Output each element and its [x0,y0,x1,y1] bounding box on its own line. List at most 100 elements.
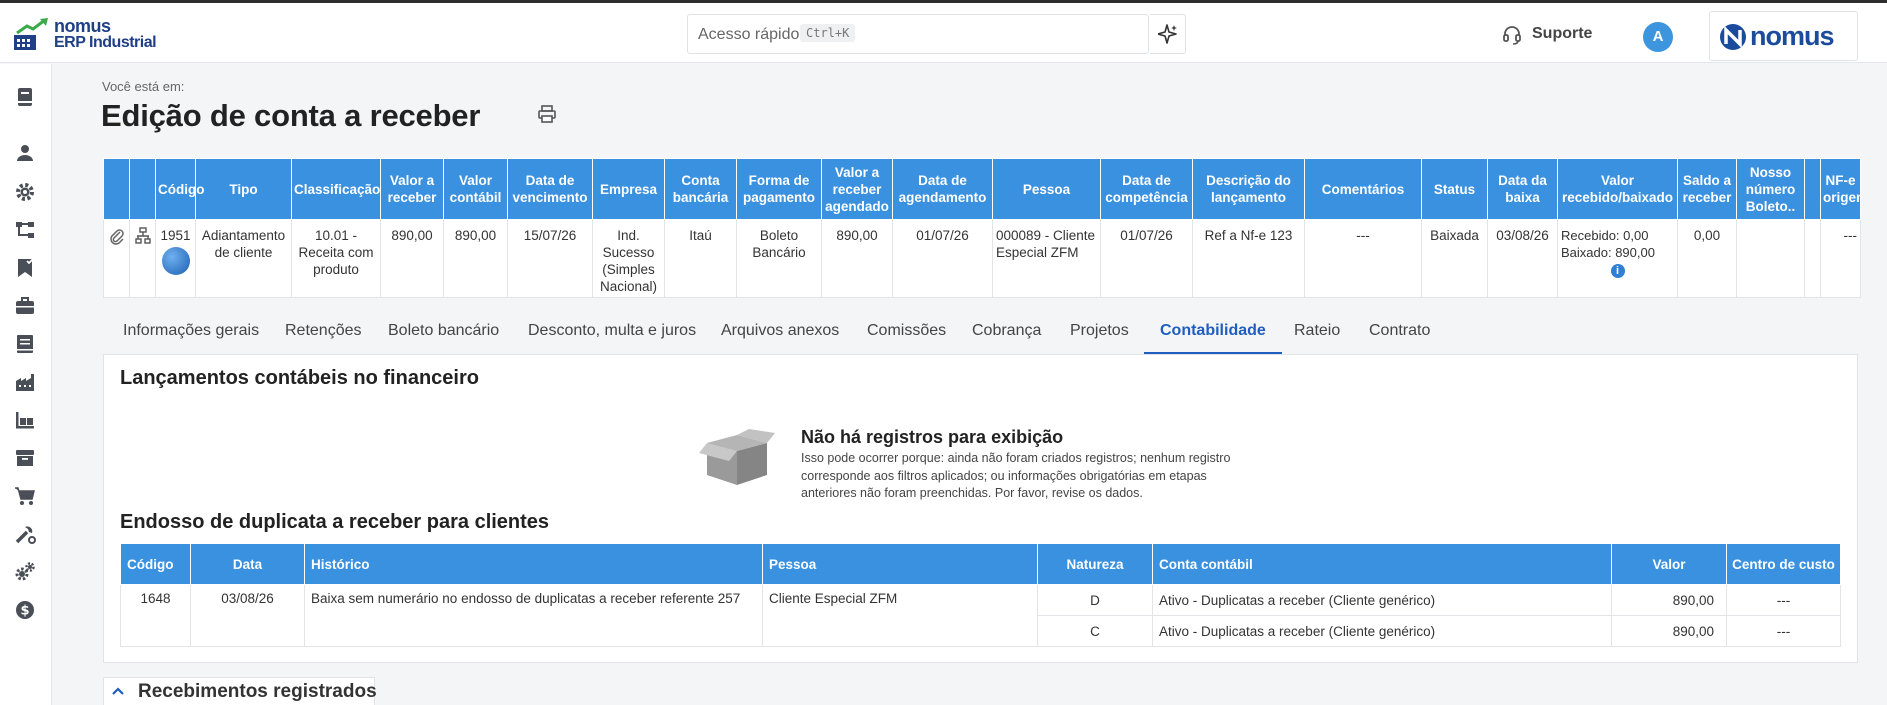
app-logo[interactable]: nomus ERP Industrial [13,15,163,53]
cell-data-baixa: 03/08/26 [1487,219,1558,298]
sparkle-icon [1158,24,1177,44]
search-placeholder: Acesso rápido [698,26,800,43]
grid-header-classificacao[interactable]: Classificação [291,158,381,220]
hierarchy-icon[interactable] [14,219,36,241]
info-icon[interactable]: i [1610,264,1625,278]
recebimentos-section-toggle[interactable]: Recebimentos registrados [103,677,377,705]
dollar-icon[interactable]: $ [14,599,36,621]
grid-header-descricao[interactable]: Descrição do lançamento [1192,158,1305,220]
section-title-lancamentos: Lançamentos contábeis no financeiro [120,367,479,389]
cart-icon[interactable] [14,485,36,507]
endosso-header-pessoa[interactable]: Pessoa [762,543,1038,585]
tab-arquivos-anexos[interactable]: Arquivos anexos [721,317,839,355]
tab-projetos[interactable]: Projetos [1070,317,1129,355]
grid-header-valor-receber[interactable]: Valor a receber [380,158,444,220]
factory-icon[interactable] [14,371,36,393]
user-avatar[interactable]: A [1643,22,1673,52]
grid-header-conta-bancaria[interactable]: Conta bancária [664,158,737,220]
endosso-header-natureza[interactable]: Natureza [1037,543,1153,585]
recebido-value: Recebido: 0,00 [1561,228,1649,243]
globe-icon[interactable] [161,247,190,275]
grid-header-data-vencimento[interactable]: Data de vencimento [507,158,593,220]
grid-header-valor-agendado[interactable]: Valor a receber agendado [821,158,893,220]
endosso-header-codigo[interactable]: Código [120,543,191,585]
grid-header-empresa[interactable]: Empresa [592,158,665,220]
endosso-header-historico[interactable]: Histórico [304,543,763,585]
grid-header-nosso-numero[interactable]: Nosso número Boleto.. [1736,158,1805,220]
endosso-header-valor[interactable]: Valor [1611,543,1727,585]
grid-header-status[interactable]: Status [1421,158,1488,220]
grid-header-tipo[interactable]: Tipo [195,158,292,220]
book-icon[interactable] [14,86,36,108]
briefcase-icon[interactable] [14,295,36,317]
endosso-header-centro-custo[interactable]: Centro de custo [1726,543,1841,585]
codigo-value: 1951 [160,228,191,243]
endosso-cell-pessoa: Cliente Especial ZFM [762,584,1038,647]
archive-icon[interactable] [14,447,36,469]
brand-logo: nomus [1709,11,1858,61]
tab-comissoes[interactable]: Comissões [867,317,946,355]
grid-header-valor-contabil[interactable]: Valor contábil [443,158,508,220]
ledger-icon[interactable] [14,333,36,355]
empty-state-title: Não há registros para exibição [801,427,1064,447]
tab-informacoes-gerais[interactable]: Informações gerais [123,317,259,355]
cell-valor-recebido: Recebido: 0,00 Baixado: 890,00 i [1557,219,1678,298]
endosso-cell-conta: Ativo - Duplicatas a receber (Cliente ge… [1152,615,1612,647]
attach-cell[interactable] [103,219,130,298]
quick-access-search[interactable]: Acesso rápido Ctrl+K [687,14,1149,54]
gear-icon[interactable] [14,181,36,203]
paperclip-icon[interactable] [109,227,125,245]
ai-assistant-button[interactable] [1150,14,1186,54]
cell-empresa: Ind. Sucesso (Simples Nacional) [592,219,665,298]
tab-rateio[interactable]: Rateio [1294,317,1340,355]
top-header: nomus ERP Industrial Acesso rápido Ctrl+… [0,3,1887,63]
tab-desconto-multa-juros[interactable]: Desconto, multa e juros [528,317,696,355]
tab-boleto-bancario[interactable]: Boleto bancário [388,317,499,355]
tab-contrato[interactable]: Contrato [1369,317,1430,355]
section-title-endosso: Endosso de duplicata a receber para clie… [120,511,550,533]
tree-cell[interactable] [129,219,156,298]
endosso-header-data[interactable]: Data [190,543,305,585]
bookmark-check-icon[interactable] [14,257,36,279]
grid-header-forma-pagamento[interactable]: Forma de pagamento [736,158,822,220]
logo-name: nomus [54,16,111,36]
grid-header-data-baixa[interactable]: Data da baixa [1487,158,1558,220]
cell-data-competencia: 01/07/26 [1100,219,1193,298]
endosso-cell-centro: --- [1726,584,1841,616]
grid-header-saldo[interactable]: Saldo a receber [1677,158,1737,220]
warehouse-icon[interactable] [14,409,36,431]
cogs-icon[interactable] [14,561,36,583]
tab-contabilidade[interactable]: Contabilidade [1144,317,1282,355]
grid-header-codigo[interactable]: Código [155,158,205,220]
cell-nfe-origem: --- [1820,219,1861,298]
grid-header-comentarios[interactable]: Comentários [1304,158,1422,220]
brand-name: nomus [1750,21,1835,51]
endosso-table: Código Data Histórico Pessoa Natureza Co… [120,543,1841,647]
grid-header-valor-recebido[interactable]: Valor recebido/baixado [1557,158,1678,220]
tools-icon[interactable] [14,523,36,545]
endosso-cell-natureza: D [1037,584,1153,616]
table-row[interactable]: 1951 Adiantamento de cliente 10.01 - Rec… [103,219,1861,298]
svg-text:$: $ [20,604,29,619]
endosso-cell-historico: Baixa sem numerário no endosso de duplic… [304,584,763,647]
table-row[interactable]: 1648 03/08/26 Baixa sem numerário no end… [120,584,1841,647]
cell-valor-contabil: 890,00 [443,219,508,298]
tab-retencoes[interactable]: Retenções [285,317,362,355]
grid-header-data-competencia[interactable]: Data de competência [1100,158,1193,220]
print-icon[interactable] [537,104,557,124]
cell-conta-bancaria: Itaú [664,219,737,298]
endosso-cell-conta: Ativo - Duplicatas a receber (Cliente ge… [1152,584,1612,616]
endosso-cell-natureza: C [1037,615,1153,647]
tab-cobranca[interactable]: Cobrança [972,317,1041,355]
cell-status: Baixada [1421,219,1488,298]
endosso-header-conta-contabil[interactable]: Conta contábil [1152,543,1612,585]
grid-header-pessoa[interactable]: Pessoa [992,158,1101,220]
endosso-cell-valor: 890,00 [1611,584,1727,616]
grid-header-nfe-origem[interactable]: NF-e origem [1820,158,1861,220]
cell-valor-agendado: 890,00 [821,219,893,298]
empty-box-icon [699,429,775,485]
grid-header-data-agendamento[interactable]: Data de agendamento [892,158,993,220]
cell-spacer [1804,219,1821,298]
user-icon[interactable] [14,142,36,164]
sitemap-icon[interactable] [134,227,151,245]
